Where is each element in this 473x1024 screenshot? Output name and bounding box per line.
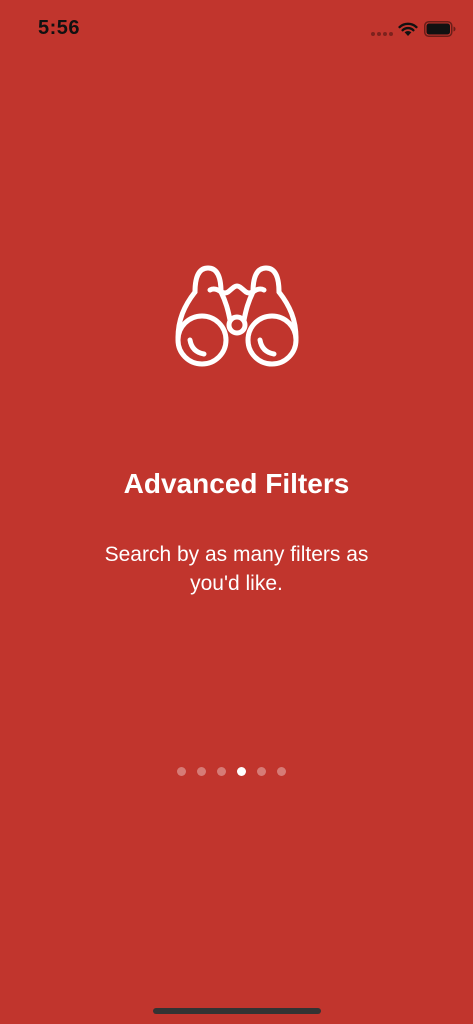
home-indicator[interactable] <box>153 1008 321 1014</box>
wifi-icon <box>398 22 418 36</box>
page-dot-5[interactable] <box>257 767 266 776</box>
onboarding-title: Advanced Filters <box>123 468 350 499</box>
page-dot-2[interactable] <box>197 767 206 776</box>
cellular-signal-icon <box>371 32 393 36</box>
page-dot-6[interactable] <box>277 767 286 776</box>
onboarding-subtitle: Search by as many filters as you'd like. <box>104 543 369 595</box>
status-time: 5:56 <box>38 17 81 39</box>
binoculars-icon <box>175 265 299 367</box>
battery-icon <box>424 21 456 37</box>
onboarding-screen: 5:56 Advanced Filters Search by as many … <box>0 0 473 1024</box>
page-dot-1[interactable] <box>177 767 186 776</box>
status-bar: 5:56 <box>0 0 473 58</box>
page-dot-3[interactable] <box>217 767 226 776</box>
page-dot-4[interactable] <box>237 767 246 776</box>
page-indicator[interactable] <box>177 767 297 777</box>
